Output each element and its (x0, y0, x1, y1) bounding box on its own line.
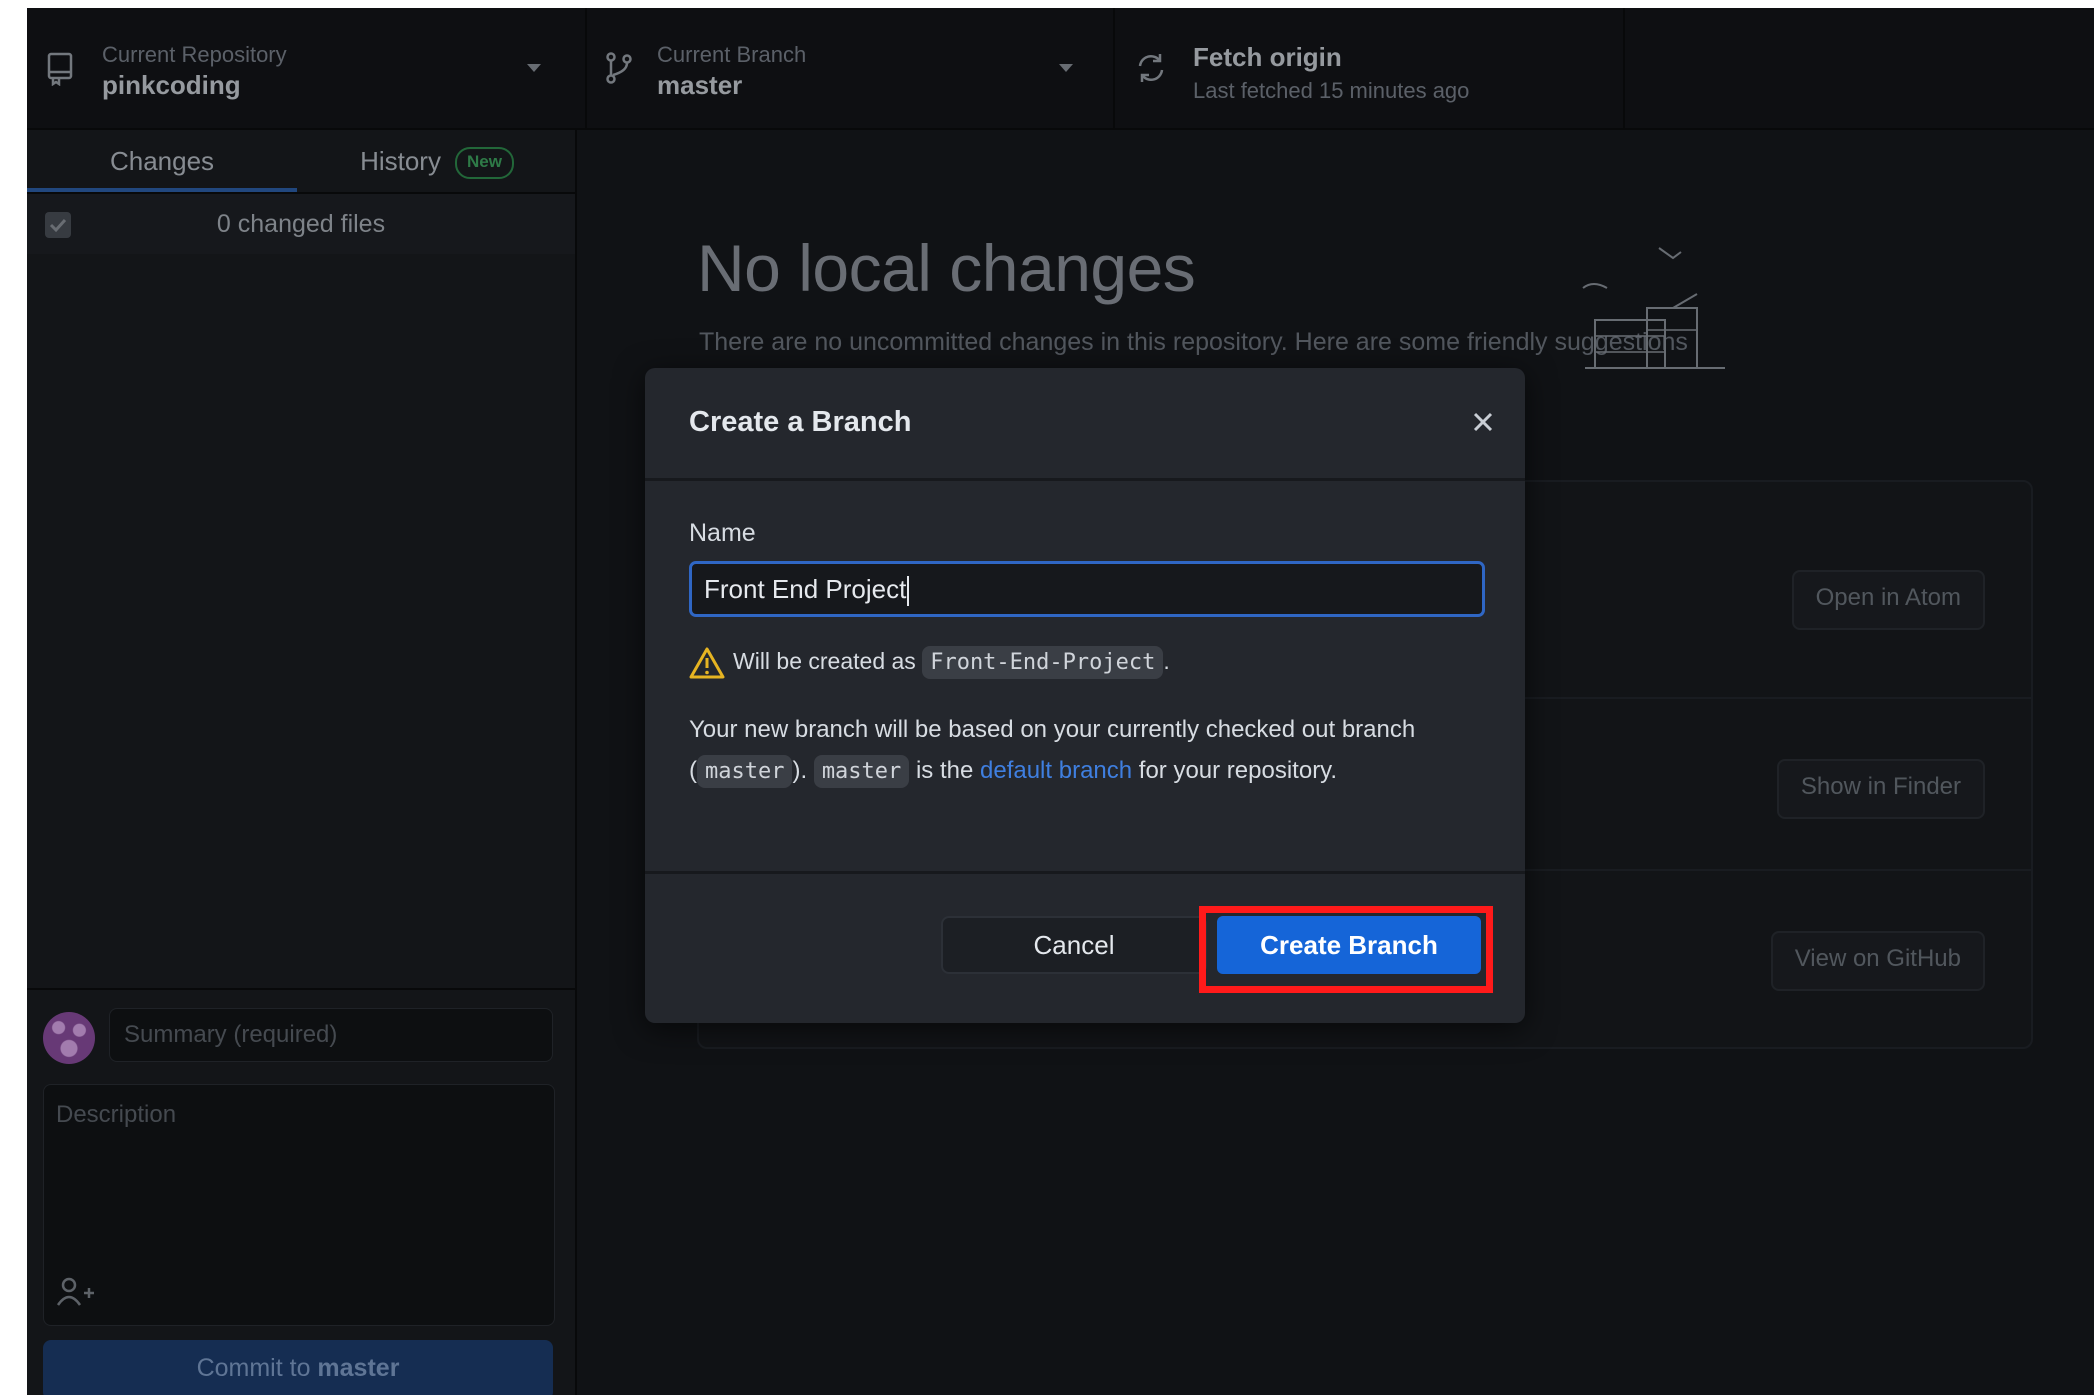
branch-name-value: Front End Project (704, 574, 907, 604)
branch-name-warning: Will be created as Front-End-Project. (689, 641, 1170, 681)
info-text: for your repository. (1132, 757, 1338, 784)
dialog-header: Create a Branch (645, 368, 1525, 481)
warning-text: Will be created as (733, 648, 916, 674)
cancel-button[interactable]: Cancel (941, 916, 1207, 974)
text-cursor (907, 576, 910, 607)
branch-name-input[interactable]: Front End Project (689, 561, 1485, 617)
info-text: is the (909, 757, 980, 784)
dialog-body: Name Front End Project Will be created a… (645, 481, 1525, 871)
default-branch-code: master (813, 755, 910, 788)
highlight-box (1199, 906, 1493, 993)
name-label: Name (689, 519, 756, 547)
warning-suffix: . (1163, 648, 1170, 674)
branch-base-info: Your new branch will be based on your cu… (689, 709, 1479, 792)
current-branch-code: master (697, 755, 793, 788)
warning-icon (689, 647, 725, 679)
github-desktop-window: Current Repository pinkcoding Current Br… (27, 8, 2094, 1395)
info-text: ). (792, 757, 814, 784)
close-icon[interactable] (1469, 408, 1497, 436)
sanitized-branch-name: Front-End-Project (922, 646, 1164, 679)
default-branch-link[interactable]: default branch (980, 757, 1132, 784)
dialog-title: Create a Branch (689, 406, 912, 438)
